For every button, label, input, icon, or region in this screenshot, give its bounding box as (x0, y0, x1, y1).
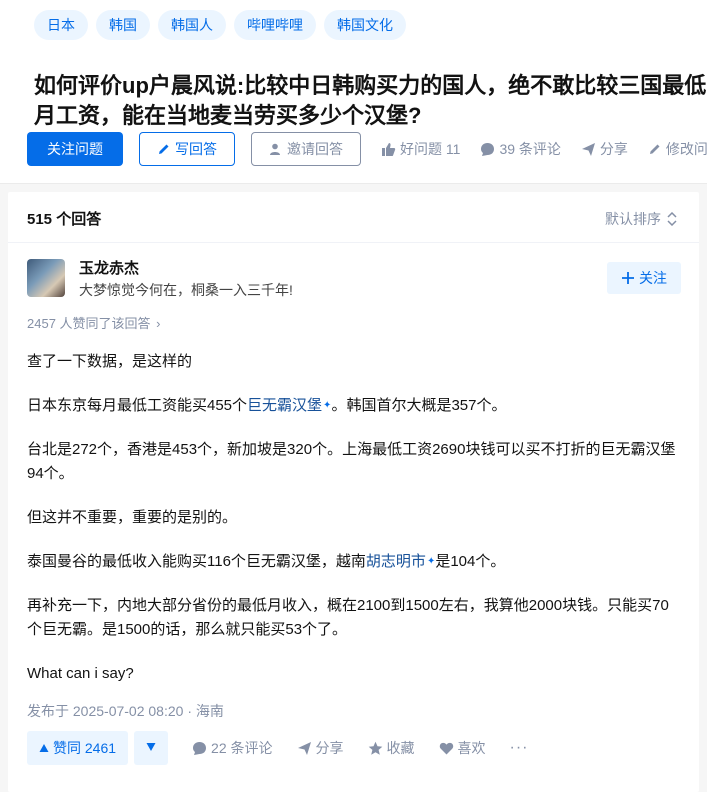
paragraph-text: 泰国曼谷的最低收入能购买116个巨无霸汉堡，越南 (27, 553, 366, 570)
question-comments-label: 39 条评论 (499, 141, 561, 157)
good-question-button[interactable]: 好问题 11 (381, 139, 460, 159)
pencil-icon (157, 142, 171, 156)
answer-count: 515 个回答 (27, 211, 102, 228)
question-title: 如何评价up户晨风说:比较中日韩购买力的国人，绝不敢比较三国最低 月工资，能在当… (34, 71, 707, 131)
topic-tag[interactable]: 哔哩哔哩 (234, 10, 316, 40)
collect-label: 收藏 (386, 740, 415, 756)
collect-button[interactable]: 收藏 (368, 738, 415, 758)
topic-tag[interactable]: 韩国 (96, 10, 150, 40)
topic-tag[interactable]: 韩国人 (158, 10, 226, 40)
follow-question-button[interactable]: 关注问题 (27, 132, 123, 166)
like-button[interactable]: 喜欢 (439, 738, 486, 758)
edit-question-label: 修改问 (665, 141, 707, 157)
avatar[interactable] (27, 259, 65, 297)
heart-icon (439, 741, 454, 756)
upvote-button[interactable]: 赞同 2461 (27, 731, 129, 765)
share-question-label: 分享 (599, 141, 628, 157)
answer-actions: 赞同 2461 22 条评论 分享 收藏 喜欢 ··· (27, 731, 529, 765)
share-answer-button[interactable]: 分享 (297, 738, 344, 758)
follow-author-label: 关注 (639, 270, 667, 286)
topic-tag[interactable]: 韩国文化 (324, 10, 406, 40)
question-title-line: 如何评价up户晨风说:比较中日韩购买力的国人，绝不敢比较三国最低 (34, 72, 707, 98)
keyword-link[interactable]: 巨无霸汉堡 (247, 397, 322, 414)
invite-user-icon (269, 142, 283, 156)
like-label: 喜欢 (457, 740, 486, 756)
question-header: 日本 韩国 韩国人 哔哩哔哩 韩国文化 如何评价up户晨风说:比较中日韩购买力的… (0, 0, 707, 184)
paragraph: 日本东京每月最低工资能买455个巨无霸汉堡✦。韩国首尔大概是357个。 (27, 394, 682, 418)
paragraph: 泰国曼谷的最低收入能购买116个巨无霸汉堡，越南胡志明市✦是104个。 (27, 550, 682, 574)
triangle-down-icon (146, 741, 156, 755)
answer-card: 515 个回答 默认排序 玉龙赤杰 大梦惊觉今何在，桐桑一入三千年! 关注 24… (8, 192, 699, 792)
plus-icon (621, 271, 635, 285)
downvote-button[interactable] (134, 731, 169, 765)
voters-link[interactable]: 2457 人赞同了该回答 › (27, 313, 161, 332)
invite-answer-label: 邀请回答 (287, 141, 343, 157)
share-answer-label: 分享 (315, 740, 344, 756)
share-question-button[interactable]: 分享 (581, 139, 628, 159)
write-answer-button[interactable]: 写回答 (139, 132, 235, 166)
comment-icon (480, 142, 495, 157)
paragraph-text: 日本东京每月最低工资能买455个 (27, 397, 248, 414)
paragraph: 台北是272个，香港是453个，新加坡是320个。上海最低工资2690块钱可以买… (27, 441, 676, 482)
star-icon (368, 741, 383, 756)
invite-answer-button[interactable]: 邀请回答 (251, 132, 361, 166)
paragraph-text: 是104个。 (435, 553, 506, 570)
paragraph: What can i say? (27, 665, 134, 682)
answer-comments-label: 22 条评论 (211, 740, 273, 756)
author-bio: 大梦惊觉今何在，桐桑一入三千年! (79, 282, 293, 298)
pencil-icon (648, 142, 662, 156)
triangle-up-icon (39, 743, 49, 753)
comment-icon (192, 741, 207, 756)
chevron-right-icon: › (156, 316, 161, 331)
follow-author-button[interactable]: 关注 (607, 262, 681, 294)
paragraph: 但这并不重要，重要的是别的。 (27, 509, 238, 526)
question-actions: 关注问题 写回答 邀请回答 好问题 11 39 条评论 分享 修改问 (27, 132, 707, 166)
paragraph: 再补充一下，内地大部分省份的最低月收入，概在2100到1500左右，我算他200… (27, 597, 669, 638)
thumbs-up-icon (381, 142, 396, 157)
more-icon[interactable]: ··· (510, 739, 529, 757)
answer-comments-button[interactable]: 22 条评论 (192, 738, 273, 758)
author-name[interactable]: 玉龙赤杰 (79, 257, 139, 278)
good-question-label: 好问题 11 (400, 141, 461, 157)
upvote-label: 赞同 2461 (53, 740, 117, 756)
question-title-line: 月工资，能在当地麦当劳买多少个汉堡? (34, 102, 422, 128)
keyword-link[interactable]: 胡志明市 (366, 553, 426, 570)
sort-label: 默认排序 (605, 211, 661, 227)
topic-tags: 日本 韩国 韩国人 哔哩哔哩 韩国文化 (34, 10, 406, 40)
share-icon (297, 741, 312, 756)
answer-content: 查了一下数据，是这样的 日本东京每月最低工资能买455个巨无霸汉堡✦。韩国首尔大… (27, 350, 682, 706)
paragraph-text: 。韩国首尔大概是357个。 (331, 397, 507, 414)
voters-label: 2457 人赞同了该回答 (27, 316, 151, 331)
topic-tag[interactable]: 日本 (34, 10, 88, 40)
share-icon (581, 142, 596, 157)
publish-info[interactable]: 发布于 2025-07-02 08:20 · 海南 (27, 701, 224, 721)
sort-dropdown[interactable]: 默认排序 (605, 209, 677, 229)
sort-toggle-icon (667, 212, 677, 226)
write-answer-label: 写回答 (175, 141, 217, 157)
paragraph: 查了一下数据，是这样的 (27, 353, 193, 370)
question-comments-button[interactable]: 39 条评论 (480, 139, 561, 159)
answers-header: 515 个回答 默认排序 (8, 192, 699, 243)
edit-question-button[interactable]: 修改问 (648, 139, 707, 159)
